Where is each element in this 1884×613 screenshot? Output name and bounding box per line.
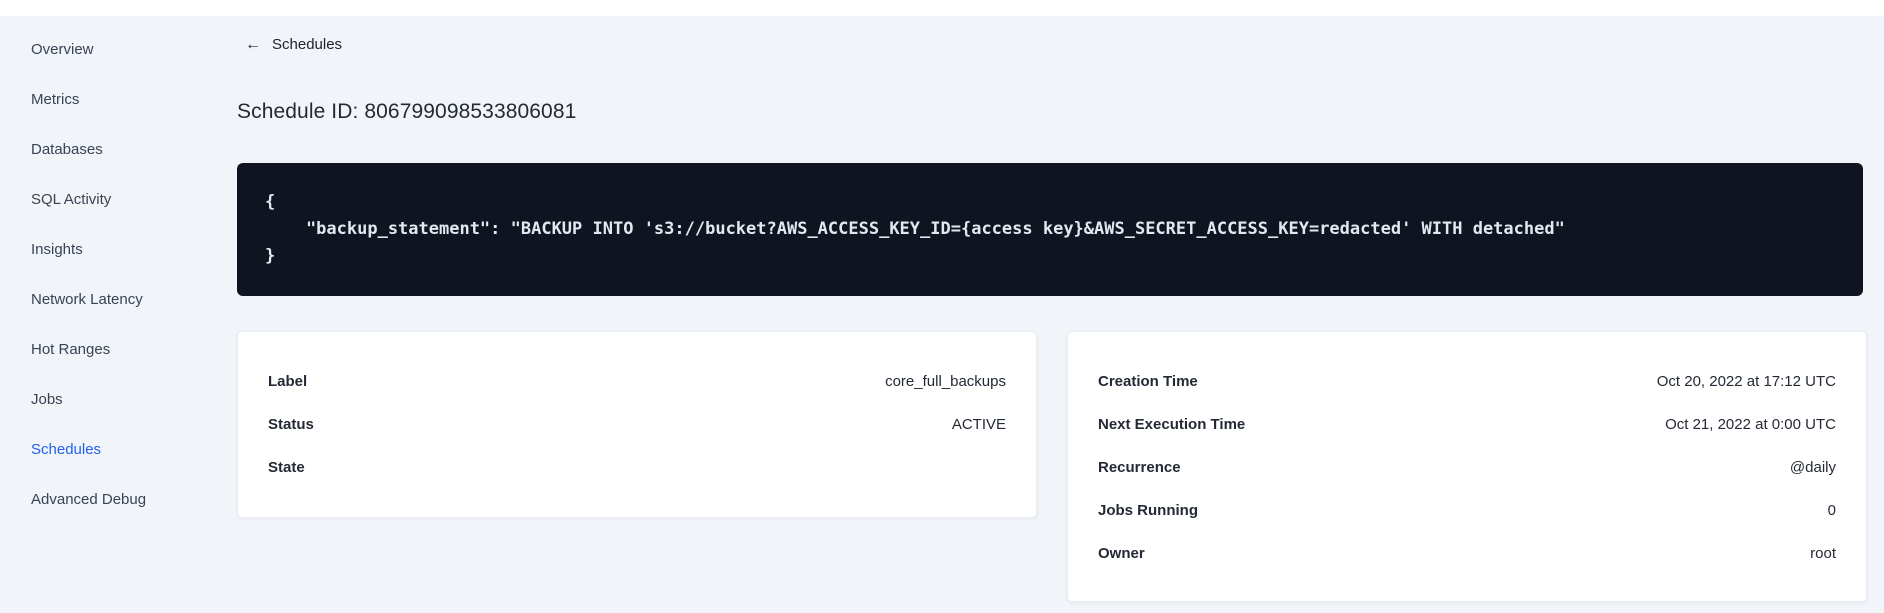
back-link-label: Schedules xyxy=(272,36,343,53)
row-creation-time-key: Creation Time xyxy=(1098,373,1198,390)
row-next-execution-time-key: Next Execution Time xyxy=(1098,416,1246,433)
row-owner: Owner root xyxy=(1098,532,1836,575)
row-next-execution-time-value: Oct 21, 2022 at 0:00 UTC xyxy=(1665,416,1836,433)
row-creation-time-value: Oct 20, 2022 at 17:12 UTC xyxy=(1656,373,1836,390)
row-recurrence: Recurrence @daily xyxy=(1098,446,1836,489)
top-strip xyxy=(0,0,1884,16)
row-state: State xyxy=(268,446,1006,489)
row-status: Status ACTIVE xyxy=(268,403,1006,446)
row-label-key: Label xyxy=(268,373,308,390)
row-creation-time: Creation Time Oct 20, 2022 at 17:12 UTC xyxy=(1098,360,1836,403)
row-status-value: ACTIVE xyxy=(951,416,1006,433)
sidebar-item-network-latency[interactable]: Network Latency xyxy=(0,274,210,324)
row-state-key: State xyxy=(268,459,305,476)
row-jobs-running-key: Jobs Running xyxy=(1098,502,1198,519)
sidebar-item-hot-ranges[interactable]: Hot Ranges xyxy=(0,324,210,374)
back-to-schedules-link[interactable]: ← Schedules xyxy=(245,36,342,53)
row-label: Label core_full_backups xyxy=(268,360,1006,403)
code-line: "backup_statement": "BACKUP INTO 's3://b… xyxy=(265,219,1565,239)
row-next-execution-time: Next Execution Time Oct 21, 2022 at 0:00… xyxy=(1098,403,1836,446)
row-recurrence-key: Recurrence xyxy=(1098,459,1181,476)
sidebar-item-overview[interactable]: Overview xyxy=(0,24,210,74)
backup-statement-code-block: { "backup_statement": "BACKUP INTO 's3:/… xyxy=(237,163,1863,296)
schedule-details-card: Label core_full_backups Status ACTIVE St… xyxy=(237,331,1037,518)
arrow-left-icon: ← xyxy=(245,35,261,53)
row-jobs-running-value: 0 xyxy=(1827,502,1836,519)
code-line: { xyxy=(265,192,276,212)
sidebar-item-schedules[interactable]: Schedules xyxy=(0,424,210,474)
row-status-key: Status xyxy=(268,416,314,433)
schedule-timing-card: Creation Time Oct 20, 2022 at 17:12 UTC … xyxy=(1067,331,1867,602)
sidebar-item-metrics[interactable]: Metrics xyxy=(0,74,210,124)
sidebar-item-databases[interactable]: Databases xyxy=(0,124,210,174)
sidebar-item-advanced-debug[interactable]: Advanced Debug xyxy=(0,474,210,524)
row-owner-key: Owner xyxy=(1098,545,1145,562)
sidebar-item-insights[interactable]: Insights xyxy=(0,224,210,274)
sidebar-item-jobs[interactable]: Jobs xyxy=(0,374,210,424)
page-title: Schedule ID: 806799098533806081 xyxy=(237,100,577,124)
row-label-value: core_full_backups xyxy=(885,373,1006,390)
code-line: } xyxy=(265,246,276,266)
row-owner-value: root xyxy=(1810,545,1836,562)
row-jobs-running: Jobs Running 0 xyxy=(1098,489,1836,532)
sidebar-nav: Overview Metrics Databases SQL Activity … xyxy=(0,16,210,524)
row-recurrence-value: @daily xyxy=(1789,459,1836,476)
sidebar-item-sql-activity[interactable]: SQL Activity xyxy=(0,174,210,224)
